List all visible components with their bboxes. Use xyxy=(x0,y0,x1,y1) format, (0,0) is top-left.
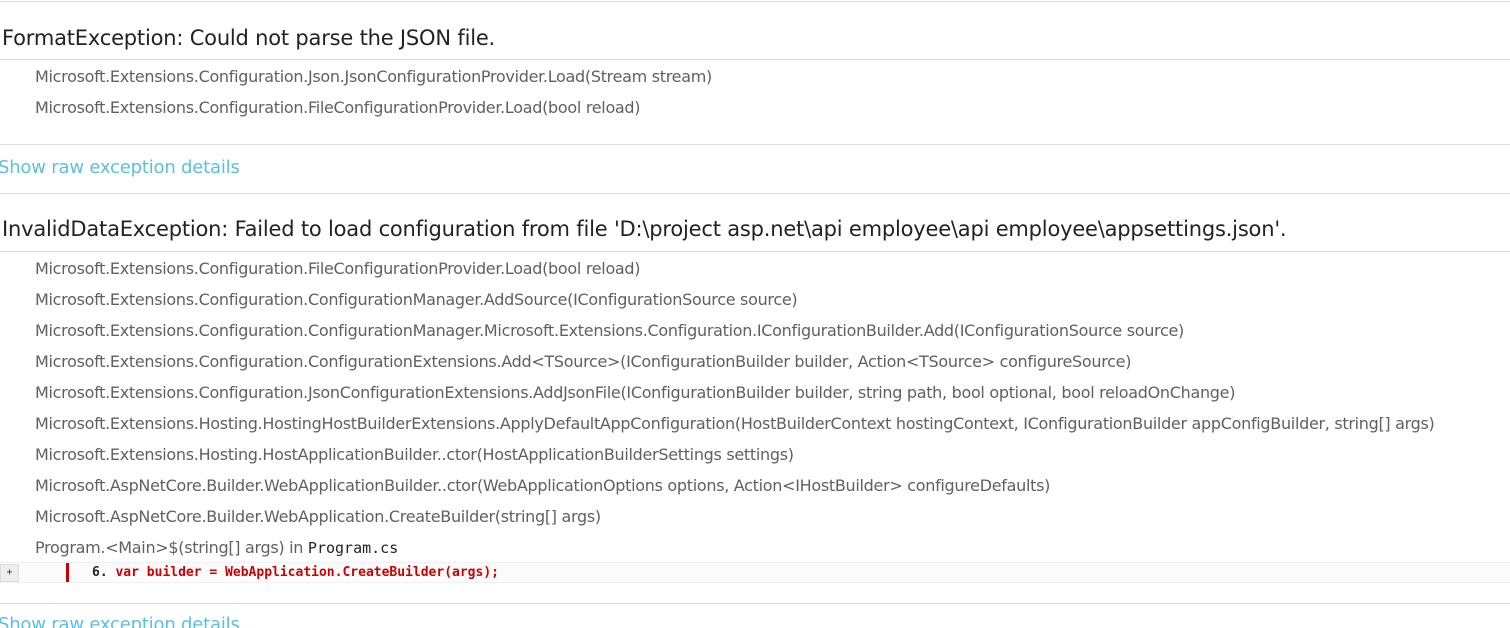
source-code-line: + 6. var builder = WebApplication.Create… xyxy=(0,562,1510,583)
error-line-marker xyxy=(66,563,69,582)
divider xyxy=(0,251,1510,252)
stack-frame[interactable]: Microsoft.Extensions.Hosting.HostApplica… xyxy=(35,445,794,465)
exception-title-format: FormatException: Could not parse the JSO… xyxy=(2,26,496,50)
line-number: 6. xyxy=(92,565,108,580)
divider xyxy=(0,603,1510,604)
exception-title-invalid-data: InvalidDataException: Failed to load con… xyxy=(2,217,1287,241)
stack-frame[interactable]: Microsoft.Extensions.Configuration.JsonC… xyxy=(35,383,1235,403)
stack-frame[interactable]: Microsoft.AspNetCore.Builder.WebApplicat… xyxy=(35,507,601,527)
stack-frame[interactable]: Microsoft.Extensions.Configuration.Json.… xyxy=(35,67,712,87)
divider xyxy=(0,59,1510,60)
show-raw-exception-details-link[interactable]: Show raw exception details xyxy=(0,614,240,628)
expand-source-button[interactable]: + xyxy=(0,564,19,582)
stack-frame[interactable]: Microsoft.Extensions.Configuration.Confi… xyxy=(35,290,798,310)
stack-frame[interactable]: Microsoft.AspNetCore.Builder.WebApplicat… xyxy=(35,476,1050,496)
divider xyxy=(0,144,1510,145)
source-file-name: Program.cs xyxy=(307,539,399,557)
stack-frame[interactable]: Microsoft.Extensions.Hosting.HostingHost… xyxy=(35,414,1435,434)
code-line: 6. var builder = WebApplication.CreateBu… xyxy=(92,564,499,581)
divider xyxy=(0,193,1510,194)
stack-frame[interactable]: Microsoft.Extensions.Configuration.FileC… xyxy=(35,98,641,118)
divider xyxy=(0,1,1510,2)
stack-frame[interactable]: Microsoft.Extensions.Configuration.Confi… xyxy=(35,321,1184,341)
error-line-text: var builder = WebApplication.CreateBuild… xyxy=(115,565,499,580)
show-raw-exception-details-link[interactable]: Show raw exception details xyxy=(0,157,240,178)
stack-frame-source[interactable]: Program.<Main>$(string[] args) in Progra… xyxy=(35,538,398,558)
stack-frame-method: Program.<Main>$(string[] args) in xyxy=(35,538,308,557)
stack-frame[interactable]: Microsoft.Extensions.Configuration.Confi… xyxy=(35,352,1131,372)
stack-frame[interactable]: Microsoft.Extensions.Configuration.FileC… xyxy=(35,259,641,279)
